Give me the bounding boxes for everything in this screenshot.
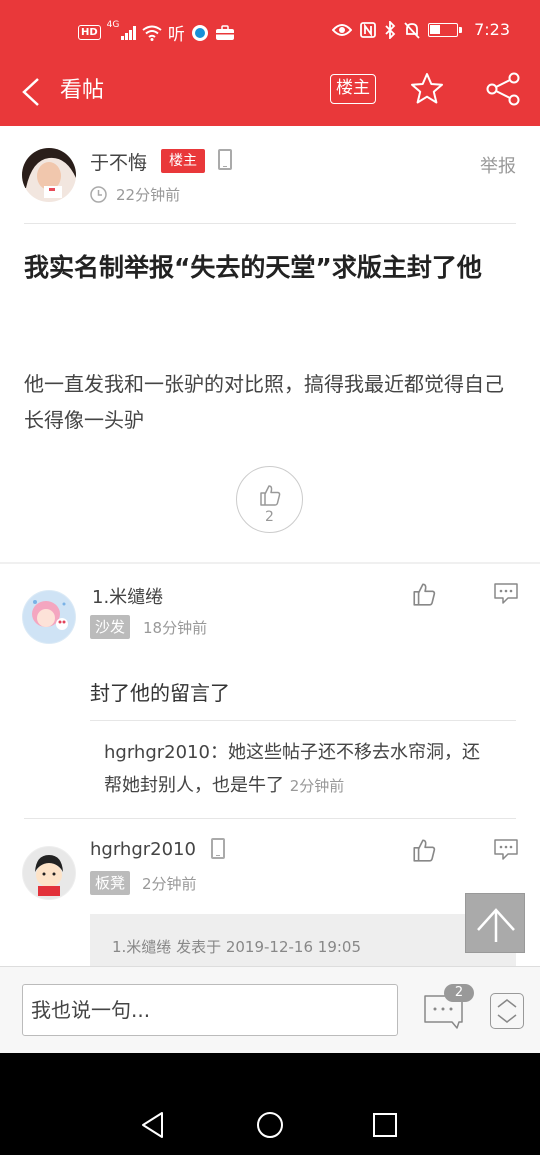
- like-count: 2: [265, 509, 274, 525]
- status-bar: HD 4G 听 7:23: [0, 0, 540, 62]
- reply-author[interactable]: 1.米缱绻: [92, 583, 163, 609]
- page-title: 看帖: [60, 78, 105, 103]
- reply-content: 封了他的留言了: [90, 681, 230, 705]
- post-like-button[interactable]: 2: [236, 466, 303, 533]
- status-left-icons: HD 4G 听: [78, 20, 235, 45]
- comment-bar: 2: [0, 966, 540, 1053]
- back-arrow-icon[interactable]: [18, 72, 48, 112]
- briefcase-icon: [215, 24, 234, 40]
- status-right-icons: 7:23: [332, 20, 510, 39]
- post-header: 于不悔 楼主 22分钟前 举报: [0, 126, 540, 224]
- reply-divider: [24, 818, 516, 819]
- up-arrow-icon: [477, 908, 515, 942]
- system-home-icon[interactable]: [256, 1111, 284, 1139]
- report-button[interactable]: 举报: [480, 152, 516, 178]
- reply-like-icon[interactable]: [411, 837, 437, 863]
- author-name[interactable]: 于不悔: [90, 148, 147, 175]
- share-icon[interactable]: [484, 71, 522, 107]
- post-body: 他一直发我和一张驴的对比照，搞得我最近都觉得自己长得像一头驴: [24, 372, 504, 432]
- wifi-icon: [142, 25, 162, 41]
- jump-floor-button[interactable]: [490, 993, 524, 1029]
- reply-author[interactable]: hgrhgr2010: [90, 839, 196, 860]
- eye-icon: [332, 23, 353, 36]
- system-recents-icon[interactable]: [373, 1113, 397, 1137]
- nfc-icon: [360, 21, 376, 38]
- up-down-arrows-icon: [497, 999, 517, 1023]
- reply-avatar[interactable]: [22, 590, 76, 644]
- clock-time: 7:23: [474, 20, 510, 39]
- sub-reply: hgrhgr2010：她这些帖子还不移去水帘洞，还帮她封别人，也是牛了 2分钟前: [104, 736, 484, 803]
- reply-comment-icon[interactable]: [493, 837, 519, 863]
- battery-icon: [428, 22, 463, 37]
- comment-input[interactable]: [22, 984, 398, 1036]
- floor-tag: 沙发: [90, 615, 131, 639]
- floor-tag: 板凳: [90, 871, 131, 895]
- hd-icon: HD: [78, 25, 101, 40]
- author-avatar[interactable]: [22, 148, 76, 202]
- scroll-to-top-button[interactable]: [465, 893, 525, 953]
- reply-like-icon[interactable]: [411, 581, 437, 607]
- mobile-phone-icon: [211, 838, 225, 859]
- sub-reply-time: 2分钟前: [289, 777, 345, 795]
- browser-app-icon: [191, 24, 208, 41]
- comment-count-badge: 2: [444, 984, 474, 1002]
- reply-time: 2分钟前: [142, 875, 197, 893]
- reply-comment-icon[interactable]: [493, 581, 519, 607]
- section-separator: [0, 562, 540, 564]
- thumbs-up-icon: [260, 485, 281, 506]
- network-type: 4G: [106, 20, 120, 30]
- reply-time: 18分钟前: [143, 619, 208, 637]
- reply-avatar[interactable]: [22, 846, 76, 900]
- quote-block: 1.米缱绻 发表于 2019-12-16 19:05: [90, 914, 516, 974]
- listen-app-icon: 听: [167, 25, 185, 45]
- quote-text: 1.米缱绻 发表于 2019-12-16 19:05: [112, 938, 362, 956]
- header-divider: [24, 223, 516, 224]
- post-title: 我实名制举报“失去的天堂”求版主封了他: [24, 253, 482, 282]
- star-icon[interactable]: [409, 71, 445, 107]
- clock-icon: [90, 186, 107, 203]
- post-time: 22分钟前: [116, 186, 181, 204]
- owner-badge: 楼主: [161, 149, 205, 173]
- signal-icon: [121, 25, 136, 40]
- only-owner-button[interactable]: 楼主: [330, 74, 376, 104]
- mobile-phone-icon: [218, 149, 232, 170]
- top-nav-bar: 看帖 楼主: [0, 62, 540, 126]
- mute-bell-icon: [404, 21, 420, 39]
- system-back-icon[interactable]: [140, 1111, 166, 1139]
- bluetooth-icon: [385, 20, 396, 39]
- reply-inner-divider: [90, 720, 516, 721]
- sub-reply-author[interactable]: hgrhgr2010: [104, 742, 210, 763]
- system-navigation-bar: [0, 1053, 540, 1155]
